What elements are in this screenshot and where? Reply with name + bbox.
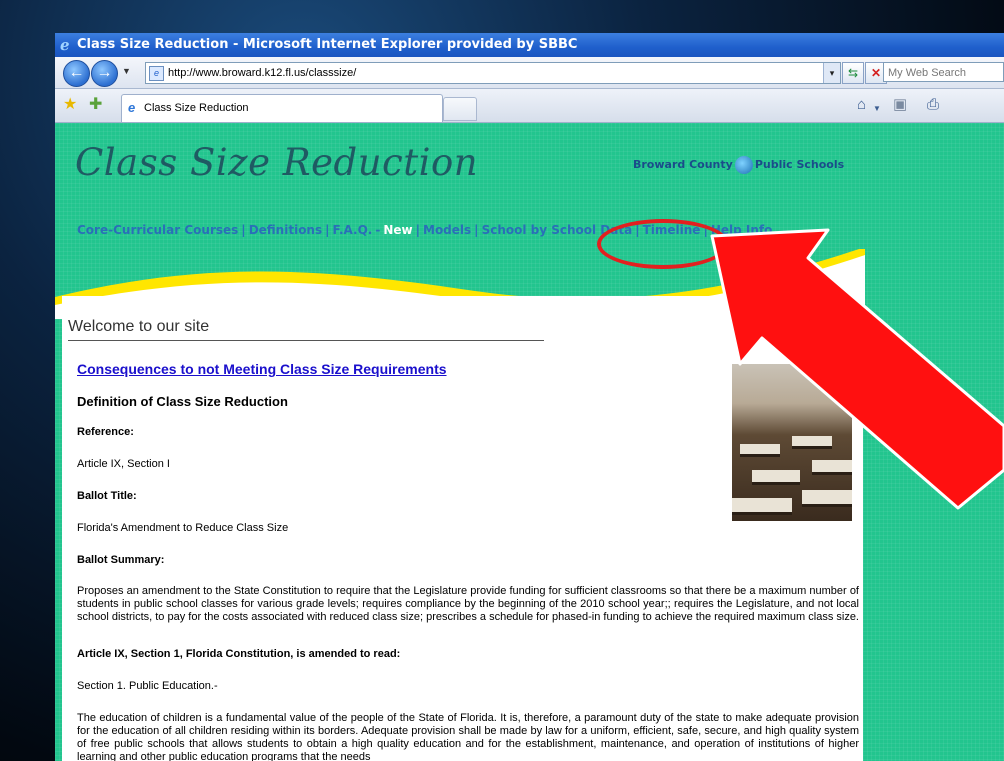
- red-arrow-annotation: [710, 228, 1004, 510]
